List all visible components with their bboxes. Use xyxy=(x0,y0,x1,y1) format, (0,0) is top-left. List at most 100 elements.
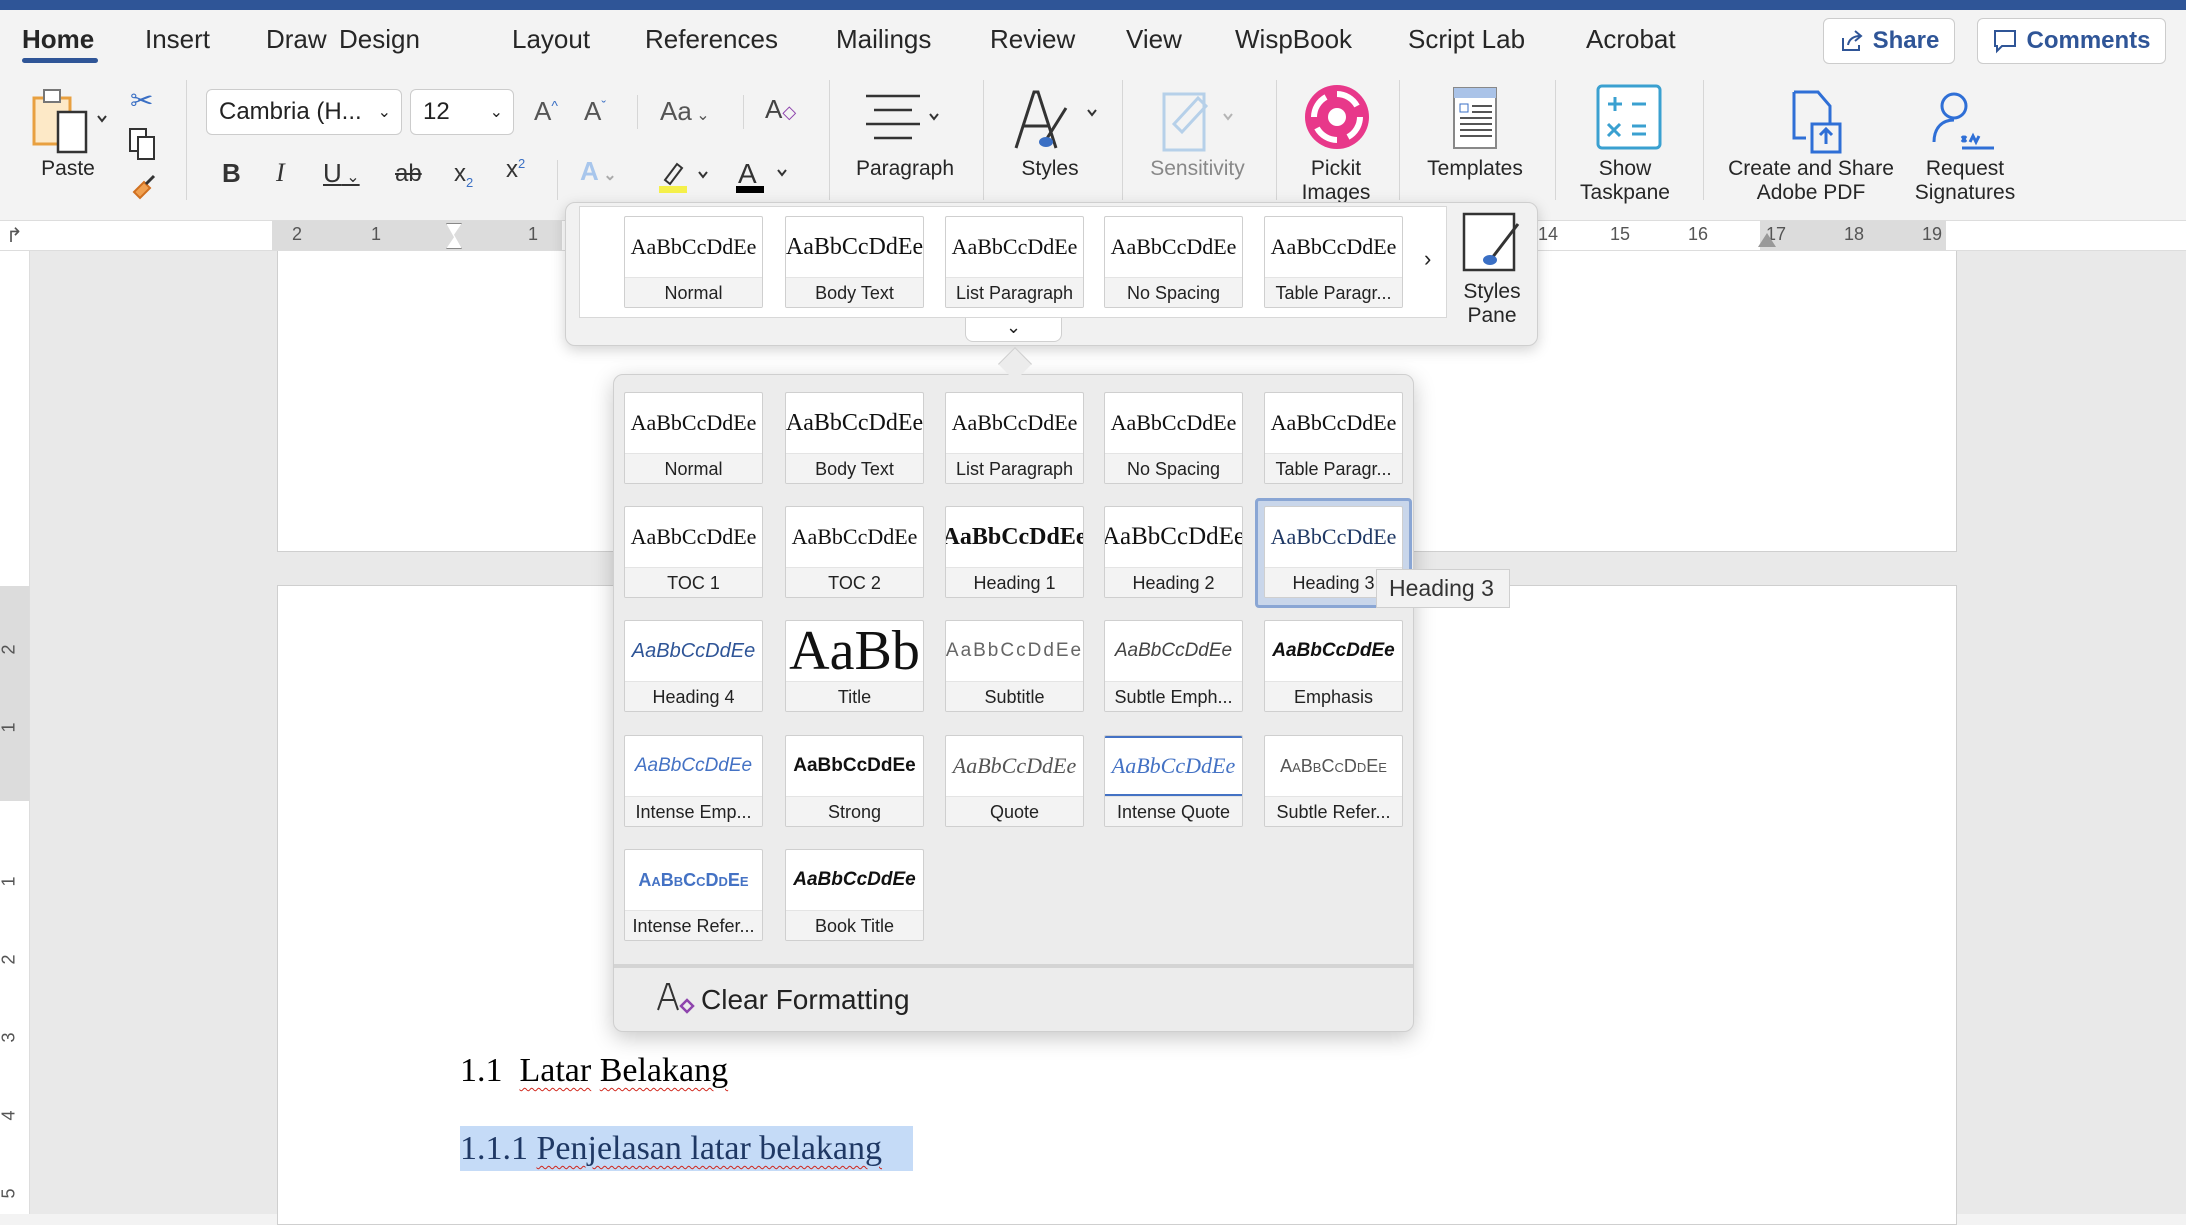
styles-pane-button[interactable]: Styles Pane xyxy=(1450,208,1534,336)
style-table-paragr[interactable]: AaBbCcDdEe Table Paragr... xyxy=(1264,392,1403,484)
templates-label: Templates xyxy=(1427,157,1523,180)
tab-design[interactable]: Design xyxy=(339,24,420,55)
style-heading-2[interactable]: AaBbCcDdEe Heading 2 xyxy=(1104,506,1243,598)
request-signatures-icon[interactable] xyxy=(1930,90,2000,161)
style-name: Emphasis xyxy=(1265,681,1402,711)
style-preview: AaBbCcDdEe xyxy=(1105,523,1242,550)
ruler-margin-left xyxy=(272,221,562,250)
tab-references[interactable]: References xyxy=(645,24,778,55)
style-name: Body Text xyxy=(786,453,923,483)
window-title-bar xyxy=(0,0,2186,10)
style-strong[interactable]: AaBbCcDdEe Strong xyxy=(785,735,924,827)
style-table-paragr[interactable]: AaBbCcDdEe Table Paragr... xyxy=(1264,216,1403,308)
style-normal[interactable]: AaBbCcDdEe Normal xyxy=(624,216,763,308)
style-no-spacing[interactable]: AaBbCcDdEe No Spacing xyxy=(1104,216,1243,308)
change-case-button[interactable]: Aa ⌄ xyxy=(660,96,710,127)
style-list-paragraph[interactable]: AaBbCcDdEe List Paragraph xyxy=(945,392,1084,484)
tab-home[interactable]: Home xyxy=(22,24,94,55)
pickit-icon[interactable] xyxy=(1304,84,1370,155)
style-toc-1[interactable]: AaBbCcDdEe TOC 1 xyxy=(624,506,763,598)
style-preview: AaBbCcDdEe xyxy=(786,409,923,436)
vertical-ruler[interactable]: 2 1 1 2 3 4 5 xyxy=(0,251,30,1214)
tab-wispbook[interactable]: WispBook xyxy=(1235,24,1352,55)
style-subtitle[interactable]: AaBbCcDdEe Subtitle xyxy=(945,620,1084,712)
style-emphasis[interactable]: AaBbCcDdEe Emphasis xyxy=(1264,620,1403,712)
text-effects-button[interactable]: A ⌄ xyxy=(580,156,617,187)
tab-insert[interactable]: Insert xyxy=(145,24,210,55)
superscript-button[interactable]: x2 xyxy=(506,156,525,184)
comments-button[interactable]: Comments xyxy=(1977,18,2166,64)
tab-draw[interactable]: Draw xyxy=(266,24,327,55)
style-heading-4[interactable]: AaBbCcDdEe Heading 4 xyxy=(624,620,763,712)
style-intense-refer[interactable]: AaBbCcDdEe Intense Refer... xyxy=(624,849,763,941)
ruler-number: 14 xyxy=(1538,224,1559,244)
style-heading-1[interactable]: AaBbCcDdEe Heading 1 xyxy=(945,506,1084,598)
style-intense-quote[interactable]: AaBbCcDdEe Intense Quote xyxy=(1104,735,1243,827)
chevron-down-icon: ⌄ xyxy=(489,104,503,121)
adobe-pdf-icon[interactable] xyxy=(1790,90,1846,161)
style-intense-emp[interactable]: AaBbCcDdEe Intense Emp... xyxy=(624,735,763,827)
chevron-down-icon: ⌄ xyxy=(1005,317,1022,337)
expand-gallery-button[interactable]: ⌄ xyxy=(965,318,1062,342)
style-preview: AaBb xyxy=(789,621,920,681)
ruler-number: 5 xyxy=(0,1188,19,1199)
styles-icon[interactable] xyxy=(1012,88,1098,157)
style-subtle-refer[interactable]: AaBbCcDdEe Subtle Refer... xyxy=(1264,735,1403,827)
right-indent-marker[interactable] xyxy=(1758,233,1776,247)
tab-stop-icon[interactable]: ↱ xyxy=(6,223,23,248)
change-case-label: Aa xyxy=(660,96,692,126)
templates-icon[interactable] xyxy=(1452,86,1498,157)
style-list-paragraph[interactable]: AaBbCcDdEe List Paragraph xyxy=(945,216,1084,308)
style-body-text[interactable]: AaBbCcDdEe Body Text xyxy=(785,216,924,308)
chevron-right-icon[interactable]: › xyxy=(1424,246,1431,272)
format-painter-icon[interactable] xyxy=(128,172,158,211)
font-color-button[interactable]: A xyxy=(732,156,792,199)
tab-script-lab[interactable]: Script Lab xyxy=(1408,24,1525,55)
style-name: Subtle Emph... xyxy=(1105,681,1242,711)
comment-icon xyxy=(1994,30,2017,54)
cut-icon[interactable]: ✂ xyxy=(130,84,153,117)
heading-3-paragraph-selected[interactable]: 1.1.1 Penjelasan latar belakang xyxy=(460,1126,913,1171)
paragraph-icon[interactable] xyxy=(864,92,944,147)
taskpane-icon[interactable] xyxy=(1596,84,1662,155)
clear-formatting-icon[interactable]: A◇ xyxy=(765,94,796,125)
style-normal[interactable]: AaBbCcDdEe Normal xyxy=(624,392,763,484)
ruler-number: 1 xyxy=(0,876,19,887)
style-toc-2[interactable]: AaBbCcDdEe TOC 2 xyxy=(785,506,924,598)
copy-icon[interactable] xyxy=(128,127,158,166)
tab-acrobat[interactable]: Acrobat xyxy=(1586,24,1676,55)
font-name-select[interactable]: Cambria (H... ⌄ xyxy=(206,89,402,135)
style-quote[interactable]: AaBbCcDdEe Quote xyxy=(945,735,1084,827)
subscript-button[interactable]: x2 xyxy=(454,160,473,190)
ruler-number: 18 xyxy=(1844,224,1865,244)
misspelled-word[interactable]: Belakang xyxy=(600,1052,728,1089)
ruler-margin-top xyxy=(0,586,29,801)
font-size-select[interactable]: 12 ⌄ xyxy=(410,89,514,135)
shrink-font-button[interactable]: Aˇ xyxy=(584,96,606,127)
style-preview: AaBbCcDdEe xyxy=(946,640,1083,661)
style-subtle-emph[interactable]: AaBbCcDdEe Subtle Emph... xyxy=(1104,620,1243,712)
strikethrough-button[interactable]: ab xyxy=(395,160,422,188)
style-no-spacing[interactable]: AaBbCcDdEe No Spacing xyxy=(1104,392,1243,484)
share-button[interactable]: Share xyxy=(1823,18,1955,64)
ruler-number: 1 xyxy=(0,722,19,733)
heading-2-paragraph[interactable]: 1.1 Latar Belakang xyxy=(460,1052,728,1090)
paste-button[interactable] xyxy=(30,86,110,161)
pickit-label: Pickit Images xyxy=(1301,157,1371,204)
underline-button[interactable]: U ⌄ xyxy=(323,158,360,189)
misspelled-word[interactable]: Latar xyxy=(520,1052,592,1089)
tab-review[interactable]: Review xyxy=(990,24,1075,55)
grow-font-button[interactable]: A^ xyxy=(534,96,558,127)
tab-mailings[interactable]: Mailings xyxy=(836,24,931,55)
italic-button[interactable]: I xyxy=(276,158,285,188)
bold-button[interactable]: B xyxy=(222,158,241,189)
style-book-title[interactable]: AaBbCcDdEe Book Title xyxy=(785,849,924,941)
clear-formatting-menu-item[interactable]: Clear Formatting xyxy=(655,978,910,1022)
tab-view[interactable]: View xyxy=(1126,24,1182,55)
style-body-text[interactable]: AaBbCcDdEe Body Text xyxy=(785,392,924,484)
tab-layout[interactable]: Layout xyxy=(512,24,590,55)
clear-formatting-label: Clear Formatting xyxy=(701,984,910,1015)
style-title[interactable]: AaBb Title xyxy=(785,620,924,712)
highlight-color-button[interactable] xyxy=(655,158,715,199)
style-preview: AaBbCcDdEe xyxy=(793,755,916,776)
